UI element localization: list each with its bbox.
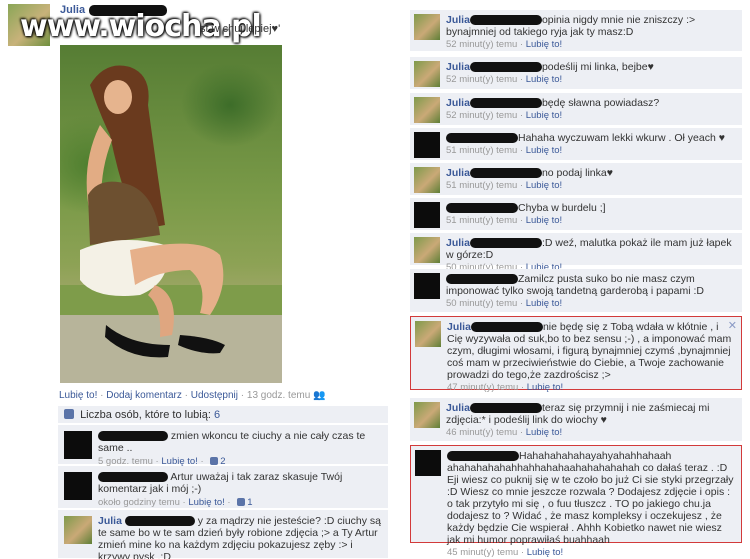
redaction-bar	[469, 15, 542, 26]
comment-item: zmien wkoncu te ciuchy a nie cały czas t…	[58, 425, 388, 467]
redaction-bar	[469, 168, 542, 179]
commenter-avatar[interactable]	[414, 237, 440, 263]
commenter-avatar[interactable]	[414, 97, 440, 123]
likes-summary: Liczba osób, które to lubią: 6	[58, 406, 388, 424]
comment-like-link[interactable]: Lubię to!	[526, 74, 562, 85]
comment-item: Julia y za mądrzy nie jesteście? :D ciuc…	[58, 510, 388, 559]
post-caption: st w chuj lepiej♥'	[200, 23, 281, 35]
comment-like-link[interactable]: Lubię to!	[527, 382, 563, 393]
redaction-bar	[98, 472, 168, 483]
comment-like-link[interactable]: Lubię to!	[188, 497, 224, 508]
commenter-avatar[interactable]	[415, 321, 441, 347]
comment-like-link[interactable]: Lubię to!	[526, 180, 562, 191]
redaction-bar	[98, 431, 168, 442]
post-actions: Lubię to! · Dodaj komentarz · Udostępnij…	[59, 390, 326, 401]
share-link[interactable]: Udostępnij	[191, 390, 238, 401]
redaction-bar	[469, 98, 542, 109]
audience-icon: 👥	[313, 390, 326, 401]
comment-item: Chyba w burdelu ;] 51 minut(y) temu · Lu…	[410, 198, 742, 231]
comment-like-link[interactable]: Lubię to!	[526, 427, 562, 438]
commenter-avatar[interactable]	[414, 61, 440, 87]
commenter-avatar[interactable]	[414, 14, 440, 40]
commenter-avatar[interactable]	[414, 273, 440, 299]
comment-like-link[interactable]: Lubię to!	[526, 215, 562, 226]
comment-item-highlighted: ✕ Julia nie będę się z Tobą wdała w kłótn…	[410, 316, 742, 393]
commenter-avatar[interactable]	[64, 472, 92, 500]
redaction-bar	[469, 238, 542, 249]
redaction-bar	[469, 62, 542, 73]
redaction-bar	[446, 203, 518, 214]
thumbs-up-icon	[237, 498, 246, 506]
redaction-bar	[470, 322, 543, 333]
commenter-avatar[interactable]	[64, 516, 92, 544]
comment-like-link[interactable]: Lubię to!	[526, 39, 562, 50]
comment-thread-column: Julia opinia nigdy mnie nie zniszczy :> b…	[402, 0, 750, 559]
commenter-avatar[interactable]	[414, 402, 440, 428]
redaction-bar	[124, 516, 195, 527]
redaction-bar	[469, 403, 542, 414]
comment-item-highlighted: Hahahahahahayahyahahhahaah ahahahahahahh…	[410, 445, 742, 558]
commenter-avatar[interactable]	[414, 132, 440, 158]
comment-item: Hahaha wyczuwam lekki wkurw . Oł yeach ♥…	[410, 128, 742, 161]
comment-item: Julia no podaj linka♥ 51 minut(y) temu · …	[410, 163, 742, 196]
comment-item: Julia:D weź, malutka pokaż ile mam już ł…	[410, 233, 742, 273]
post-time: 13 godz. temu	[246, 390, 311, 401]
like-link[interactable]: Lubię to!	[59, 390, 97, 401]
comment-item: Julia będę sławna powiadasz? 52 minut(y) …	[410, 93, 742, 126]
left-post-column: Julia www.wiocha.pl st w chuj lepiej♥' L…	[0, 0, 402, 559]
commenter-avatar[interactable]	[64, 431, 92, 459]
redaction-bar	[446, 133, 518, 144]
comment-link[interactable]: Dodaj komentarz	[106, 390, 182, 401]
comment-item: Julia podeślij mi linka, bejbe♥ 52 minut(…	[410, 57, 742, 90]
commenter-avatar[interactable]	[414, 202, 440, 228]
redaction-bar	[446, 274, 518, 285]
thumbs-up-icon	[64, 409, 74, 419]
comment-item: Julia teraz się przymnij i nie zaśmiecaj …	[410, 398, 742, 442]
likes-count[interactable]: 6	[214, 409, 220, 421]
thumbs-up-icon	[210, 457, 219, 465]
comment-item: Zamilcz pusta suko bo nie masz czym impo…	[410, 269, 742, 313]
comment-like-link[interactable]: Lubię to!	[526, 110, 562, 121]
redaction-bar	[447, 451, 519, 462]
commenter-avatar[interactable]	[415, 450, 441, 476]
post-photo[interactable]	[60, 45, 282, 383]
comment-item: Julia opinia nigdy mnie nie zniszczy :> b…	[410, 10, 742, 52]
commenter-avatar[interactable]	[414, 167, 440, 193]
comment-item: Artur uważaj i tak zaraz skasuje Twój ko…	[58, 466, 388, 509]
comment-like-link[interactable]: Lubię to!	[527, 547, 563, 558]
comment-like-link[interactable]: Lubię to!	[526, 298, 562, 309]
comment-like-link[interactable]: Lubię to!	[526, 145, 562, 156]
